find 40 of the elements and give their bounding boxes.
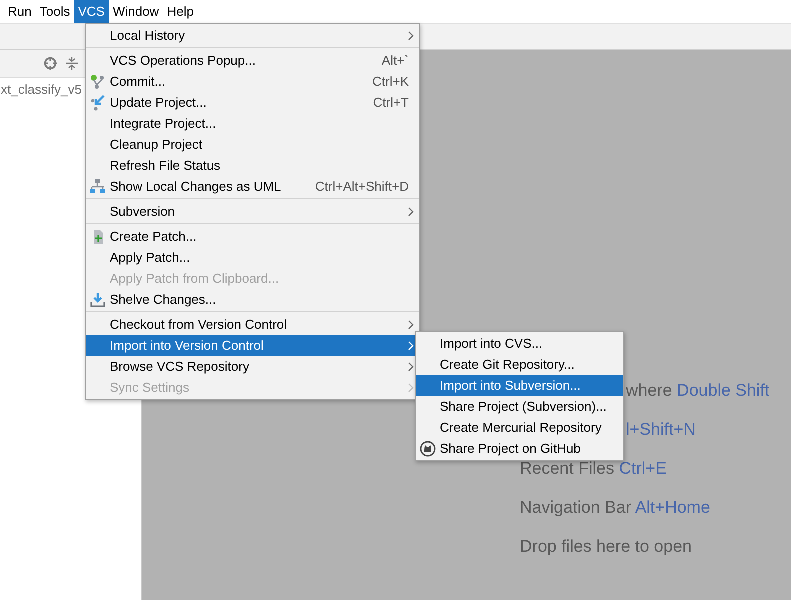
menu-title[interactable]: Run: [4, 0, 36, 23]
menu-item[interactable]: Share Project (Subversion)...: [416, 396, 623, 417]
shortcut-label: Ctrl+T: [372, 95, 409, 110]
editor-hint: Drop files here to open: [520, 536, 693, 558]
menu-item[interactable]: Share Project on GitHub: [416, 438, 623, 459]
update-arrow-icon: [90, 95, 106, 111]
menu-item[interactable]: Apply Patch...: [86, 247, 419, 268]
menu-item[interactable]: Create Git Repository...: [416, 354, 623, 375]
editor-hint: l+Shift+N: [626, 419, 697, 441]
menu-item[interactable]: VCS Operations Popup... Alt+`: [86, 50, 419, 71]
menu-item[interactable]: Refresh File Status: [86, 155, 419, 176]
branch-icon: [90, 74, 106, 90]
menu-item[interactable]: Browse VCS Repository: [86, 356, 419, 377]
menu-item[interactable]: Subversion: [86, 201, 419, 222]
download-tray-icon: [90, 292, 106, 308]
menu-item[interactable]: Commit... Ctrl+K: [86, 71, 419, 92]
diagram-icon: [90, 179, 106, 195]
menu-item[interactable]: Import into Subversion...: [416, 375, 623, 396]
menu-item[interactable]: Checkout from Version Control: [86, 314, 419, 335]
menu-item[interactable]: Shelve Changes...: [86, 289, 419, 310]
menu-item[interactable]: Local History: [86, 25, 419, 46]
menu-title[interactable]: Window: [108, 0, 164, 23]
shortcut-label: Alt+`: [380, 53, 409, 68]
editor-hint: Recent Files Ctrl+E: [520, 458, 668, 480]
menu-title[interactable]: Tools: [36, 0, 74, 23]
menu-title[interactable]: VCS: [74, 0, 109, 23]
collapse-icon[interactable]: [66, 57, 78, 70]
shortcut-label: Ctrl+Alt+Shift+D: [314, 179, 409, 194]
menu-item[interactable]: Import into CVS...: [416, 333, 623, 354]
menu-item[interactable]: Integrate Project...: [86, 113, 419, 134]
crosshair-icon[interactable]: [44, 57, 57, 70]
menu-item[interactable]: Create Mercurial Repository: [416, 417, 623, 438]
shortcut-label: Ctrl+K: [372, 74, 409, 89]
editor-hint: where Double Shift: [626, 380, 771, 402]
menu-item[interactable]: Show Local Changes as UML Ctrl+Alt+Shift+D: [86, 176, 419, 197]
menu-title[interactable]: Help: [163, 0, 198, 23]
menu-item[interactable]: Update Project... Ctrl+T: [86, 92, 419, 113]
menu-item[interactable]: Cleanup Project: [86, 134, 419, 155]
menu-item[interactable]: Create Patch...: [86, 226, 419, 247]
editor-hint: Navigation Bar Alt+Home: [520, 497, 712, 519]
